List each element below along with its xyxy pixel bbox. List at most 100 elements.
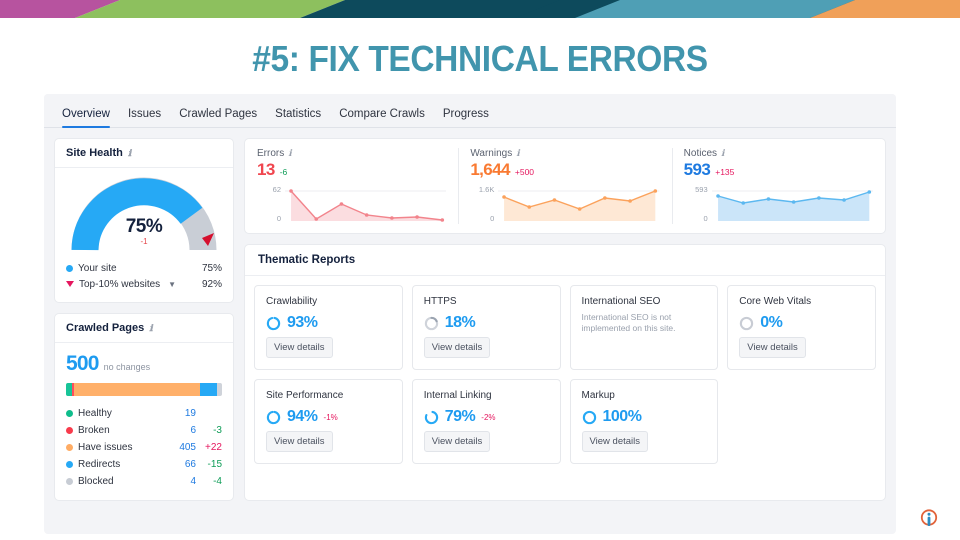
tab-bar: Overview Issues Crawled Pages Statistics… <box>44 94 896 128</box>
crawled-pages-body: 500 no changes Healthy 19 Broken 6 -3 Ha… <box>55 343 233 500</box>
sparkline-errors: 62 0 <box>257 185 447 223</box>
report-percent-markup: 100% <box>602 408 642 425</box>
crawled-pages-subtitle: no changes <box>103 362 151 372</box>
view-details-button-markup[interactable]: View details <box>581 431 649 452</box>
report-card-crawlability[interactable]: Crawlability 93% View details <box>254 285 403 370</box>
progress-ring-icon <box>740 316 754 330</box>
stat-value-errors: 13 <box>257 160 275 179</box>
axis-top-notices: 593 <box>695 185 708 194</box>
crawled-row-have-issues: Have issues 405 +22 <box>66 439 222 456</box>
axis-bottom-errors: 0 <box>276 214 281 223</box>
report-card-https[interactable]: HTTPS 18% View details <box>411 285 561 370</box>
crawled-pages-stacked-bar <box>66 383 222 396</box>
legend-row-top10[interactable]: Top-10% websites ▼ 92% <box>66 276 222 292</box>
crawled-pages-total-row: 500 no changes <box>66 352 222 376</box>
crawled-pages-total: 500 <box>66 352 99 375</box>
page-title: #5: FIX TECHNICAL ERRORS <box>252 38 708 79</box>
progress-ring-icon <box>424 316 438 330</box>
info-icon[interactable]: ℹ <box>128 148 131 158</box>
crawled-count-blocked: 4 <box>190 476 196 487</box>
report-card-site-performance[interactable]: Site Performance 94% -1% View details <box>254 379 403 464</box>
report-metric-markup: 100% <box>582 408 707 426</box>
report-metric-site-performance: 94% -1% <box>266 408 391 426</box>
progress-ring-icon <box>582 410 596 424</box>
thematic-reports-title: Thematic Reports <box>245 245 885 276</box>
crawled-label-healthy: Healthy <box>78 408 112 419</box>
report-name-markup: Markup <box>581 390 615 401</box>
stat-title-errors-row: Errors ℹ <box>257 148 446 159</box>
sparkline-svg-errors <box>285 189 447 222</box>
sparkline-axis-warnings: 1.6K 0 <box>470 185 494 223</box>
stat-delta-warnings: +500 <box>514 167 535 177</box>
report-name-crawlability: Crawlability <box>266 296 318 307</box>
bar-segment-redirects <box>200 383 218 396</box>
info-icon[interactable]: ℹ <box>149 323 152 333</box>
tab-progress[interactable]: Progress <box>443 108 489 127</box>
legend-value-top10: 92% <box>201 278 222 290</box>
progress-ring-icon <box>266 316 281 330</box>
tab-overview[interactable]: Overview <box>62 108 110 128</box>
crawled-delta-blocked: -4 <box>213 476 222 487</box>
stat-values-warnings: 1,644 +500 <box>470 160 659 180</box>
crawled-delta-have-issues: +22 <box>205 442 222 453</box>
tab-statistics[interactable]: Statistics <box>275 108 321 127</box>
stat-card-notices: Notices ℹ 593 +135 593 0 <box>671 139 885 233</box>
view-details-button-crawlability[interactable]: View details <box>266 337 333 358</box>
slide-root: #5: FIX TECHNICAL ERRORS Overview Issues… <box>0 0 960 540</box>
info-icon[interactable]: ℹ <box>516 149 519 158</box>
info-icon[interactable]: ℹ <box>288 149 291 158</box>
stat-value-warnings: 1,644 <box>470 160 510 179</box>
report-metric-core-web-vitals: 0% <box>739 314 864 332</box>
report-percent-https: 18% <box>444 314 476 331</box>
report-percent-internal-linking: 79% <box>444 408 476 425</box>
axis-bottom-notices: 0 <box>703 214 708 223</box>
stat-delta-errors: -6 <box>279 167 288 177</box>
site-health-header: Site Health ℹ <box>55 139 233 168</box>
dashboard-panel: Overview Issues Crawled Pages Statistics… <box>44 94 896 534</box>
chevron-down-icon[interactable]: ▼ <box>168 280 176 289</box>
sparkline-axis-notices: 593 0 <box>684 185 708 223</box>
axis-top-errors: 62 <box>272 185 281 194</box>
view-details-button-internal-linking[interactable]: View details <box>423 431 491 452</box>
report-card-internal-linking[interactable]: Internal Linking 79% -2% View details <box>411 379 561 464</box>
crawled-delta-broken: -3 <box>213 425 222 436</box>
site-health-gauge: 75% -1 <box>55 168 233 258</box>
crawled-count-broken: 6 <box>190 425 196 436</box>
report-name-core-web-vitals: Core Web Vitals <box>739 296 812 307</box>
status-dot-icon <box>66 410 73 417</box>
report-metric-https: 18% <box>424 314 549 332</box>
site-health-legend: Your site 75% Top-10% websites ▼ 92% <box>55 258 233 302</box>
blue-dot-icon <box>66 264 73 272</box>
info-icon[interactable]: ℹ <box>721 149 724 158</box>
stat-card-errors: Errors ℹ 13 -6 62 0 <box>245 139 458 233</box>
tab-issues[interactable]: Issues <box>128 108 161 127</box>
report-card-markup[interactable]: Markup 100% View details <box>569 379 719 464</box>
crawled-label-broken: Broken <box>78 425 110 436</box>
site-health-value-block: 75% -1 <box>55 216 233 246</box>
stat-title-notices-row: Notices ℹ <box>684 148 873 159</box>
sparkline-svg-warnings <box>498 189 660 221</box>
tab-compare-crawls[interactable]: Compare Crawls <box>339 108 425 127</box>
status-dot-icon <box>66 478 73 485</box>
crawled-row-healthy: Healthy 19 <box>66 405 222 422</box>
triangle-marker-icon <box>66 281 74 287</box>
dashboard-body: Site Health ℹ 75% -1 Your site 75% Top-1… <box>44 128 896 511</box>
left-column: Site Health ℹ 75% -1 Your site 75% Top-1… <box>54 138 234 501</box>
legend-label-your-site: Your site <box>78 262 117 274</box>
sparkline-axis-errors: 62 0 <box>257 185 281 223</box>
progress-ring-icon <box>266 410 281 424</box>
report-percent-crawlability: 93% <box>287 314 318 331</box>
report-delta-site-performance: -1% <box>323 412 338 422</box>
report-card-core-web-vitals[interactable]: Core Web Vitals 0% View details <box>727 285 876 370</box>
thematic-reports-grid: Crawlability 93% View details HTTPS 18% … <box>245 276 885 473</box>
stat-values-errors: 13 -6 <box>257 160 446 180</box>
view-details-button-https[interactable]: View details <box>423 337 491 358</box>
site-health-title: Site Health <box>66 147 123 159</box>
status-dot-icon <box>66 461 73 468</box>
report-card-international-seo: International SEO International SEO is n… <box>569 285 719 370</box>
view-details-button-site-performance[interactable]: View details <box>266 431 333 452</box>
site-health-value: 75% <box>125 216 163 237</box>
view-details-button-core-web-vitals[interactable]: View details <box>739 337 806 358</box>
tab-crawled-pages[interactable]: Crawled Pages <box>179 108 257 127</box>
report-name-international-seo: International SEO <box>581 296 661 307</box>
